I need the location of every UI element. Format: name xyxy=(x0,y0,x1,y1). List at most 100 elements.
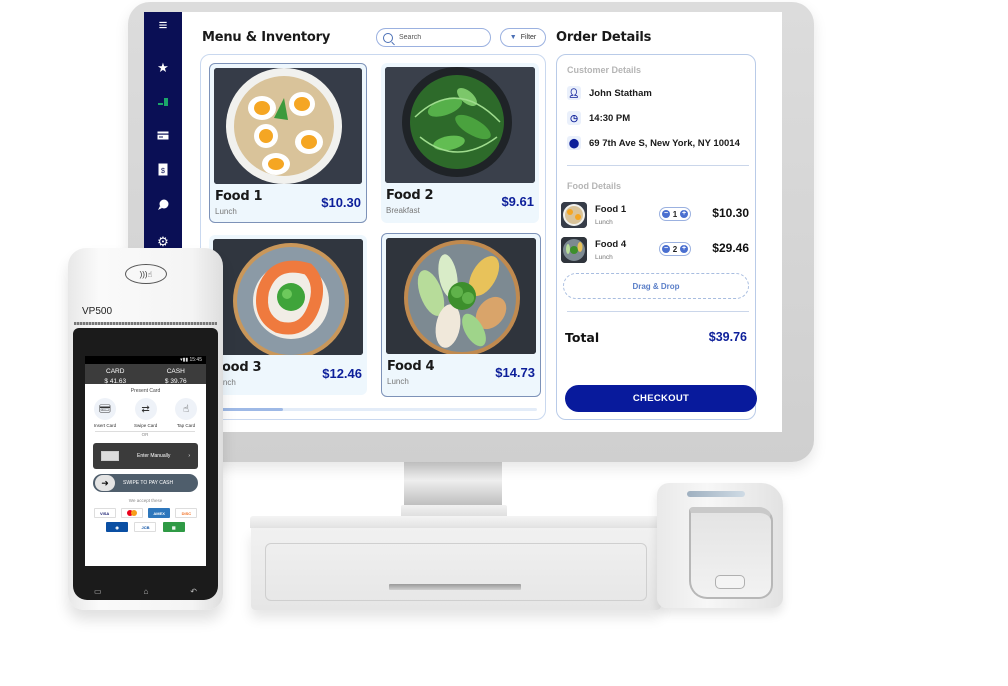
chat-glyph xyxy=(158,199,169,210)
card-brands-row-1: VISA AMEX DISC xyxy=(91,508,200,518)
order-item: Food 4 Lunch − 2 + $29.46 xyxy=(561,235,753,265)
drag-drop-zone[interactable]: Drag & Drop xyxy=(563,273,749,299)
vegetable-plate-thumb xyxy=(561,237,587,263)
paper-tear-bar xyxy=(74,322,217,325)
jcb-logo: JCB xyxy=(134,522,157,532)
tap-card-option[interactable]: ☝︎ Tap Card xyxy=(175,398,198,428)
filter-button[interactable]: ▼ Filter xyxy=(500,28,546,47)
cash-drawer xyxy=(251,528,661,610)
food-price: $10.30 xyxy=(321,195,361,210)
item-category: Lunch xyxy=(595,219,613,226)
terminal-brand: VP500 xyxy=(82,306,113,317)
total-value: $39.76 xyxy=(708,330,747,344)
recent-apps-icon[interactable]: ▭ xyxy=(94,587,102,596)
contactless-icon: )))☝︎ xyxy=(125,264,167,284)
method-label: Swipe Card xyxy=(133,423,158,428)
card-amount: $ 41.63 xyxy=(104,378,127,385)
arrow-right-icon[interactable]: ➜ xyxy=(95,475,115,491)
star-icon[interactable]: ★ xyxy=(144,60,182,76)
handheld-terminal: )))☝︎ VP500 ▾▮▮ 15:45 CARD $ 41.63 CASH … xyxy=(68,248,223,610)
insert-card-icon: 💳︎ xyxy=(94,398,117,420)
gift-card-logo: ▦ xyxy=(162,522,185,532)
receipt-printer xyxy=(657,483,783,608)
customer-time: 14:30 PM xyxy=(589,112,631,124)
filter-label: Filter xyxy=(520,34,537,41)
discover-logo: DISC xyxy=(175,508,198,518)
menu-title: Menu & Inventory xyxy=(202,30,331,45)
swipe-card-option[interactable]: ⇄ Swipe Card xyxy=(134,398,157,428)
green-salad-bowl-image xyxy=(385,67,535,183)
food-category: Lunch xyxy=(387,377,409,386)
cash-label: CASH xyxy=(166,368,185,375)
food-category: Breakfast xyxy=(386,206,420,215)
item-name: Food 4 xyxy=(595,239,627,250)
card-label: CARD xyxy=(106,368,125,375)
search-box[interactable] xyxy=(376,28,491,47)
chevron-right-icon: › xyxy=(188,453,190,459)
customer-name-row: 👤︎ John Statham xyxy=(567,86,652,100)
food-name: Food 4 xyxy=(387,359,435,374)
increase-button[interactable]: + xyxy=(679,210,688,218)
total-label: Total xyxy=(565,330,600,345)
quantity-value: 2 xyxy=(672,244,678,254)
diners-logo: ◉ xyxy=(106,522,129,532)
mastercard-logo xyxy=(120,508,143,518)
chart-icon[interactable] xyxy=(144,96,182,112)
shrimp-rice-plate-image xyxy=(213,239,363,355)
order-item: Food 1 Lunch − 1 + $10.30 xyxy=(561,200,753,230)
terminal-screen: ▾▮▮ 15:45 CARD $ 41.63 CASH $ 39.76 Pres… xyxy=(85,356,206,566)
menu-icon[interactable]: ≡ xyxy=(144,18,182,34)
item-category: Lunch xyxy=(595,254,613,261)
customer-time-row: ◷ 14:30 PM xyxy=(567,111,630,125)
enter-manually-button[interactable]: Enter Manually › xyxy=(93,443,198,469)
swipe-cash-label: SWIPE TO PAY CASH xyxy=(123,480,174,486)
tap-card-icon: ☝︎ xyxy=(175,398,198,420)
back-icon[interactable]: ↶ xyxy=(190,587,197,596)
customer-address: 69 7th Ave S, New York, NY 10014 xyxy=(589,137,740,149)
terminal-bezel: ▾▮▮ 15:45 CARD $ 41.63 CASH $ 39.76 Pres… xyxy=(73,328,218,600)
swipe-to-pay-cash-slider[interactable]: ➜ SWIPE TO PAY CASH xyxy=(93,474,198,492)
food-category: Lunch xyxy=(215,207,237,216)
search-input[interactable] xyxy=(399,34,479,41)
monitor-stand xyxy=(404,458,502,508)
chart-icon-glyph xyxy=(158,98,168,106)
chat-icon[interactable] xyxy=(144,199,182,215)
checkout-button[interactable]: CHECKOUT xyxy=(565,385,757,412)
vegetable-plate-image xyxy=(386,238,536,354)
food-card[interactable]: Food 4 Lunch $14.73 xyxy=(381,233,541,397)
quantity-stepper: − 2 + xyxy=(659,242,691,256)
cash-drawer-panel xyxy=(265,543,647,601)
horizontal-scrollbar[interactable] xyxy=(211,408,537,411)
user-icon: 👤︎ xyxy=(567,86,581,100)
cash-drawer-handle xyxy=(389,584,521,590)
food-price: $14.73 xyxy=(495,365,535,380)
or-divider: OR xyxy=(95,431,195,438)
home-icon[interactable]: ⌂ xyxy=(143,587,148,596)
swipe-card-icon: ⇄ xyxy=(134,398,157,420)
food-card[interactable]: Food 1 Lunch $10.30 xyxy=(209,63,367,223)
food-card[interactable]: Food 2 Breakfast $9.61 xyxy=(381,63,539,223)
food-price: $12.46 xyxy=(322,366,362,381)
decrease-button[interactable]: − xyxy=(662,245,670,253)
amex-logo: AMEX xyxy=(148,508,171,518)
cash-total[interactable]: CASH $ 39.76 xyxy=(146,364,207,385)
card-total[interactable]: CARD $ 41.63 xyxy=(85,364,146,385)
order-title: Order Details xyxy=(556,30,652,45)
decrease-button[interactable]: − xyxy=(662,210,670,218)
visa-logo: VISA xyxy=(93,508,116,518)
food-price: $9.61 xyxy=(501,194,534,209)
card-methods: 💳︎ Insert Card ⇄ Swipe Card ☝︎ Tap Card xyxy=(85,398,206,428)
search-icon xyxy=(383,32,393,43)
food-image xyxy=(214,68,362,184)
credit-card-icon[interactable] xyxy=(144,128,182,144)
payment-totals: CARD $ 41.63 CASH $ 39.76 xyxy=(85,364,207,385)
invoice-icon[interactable]: $ xyxy=(144,163,182,180)
egg-noodle-bowl-image xyxy=(214,68,362,184)
insert-card-option[interactable]: 💳︎ Insert Card xyxy=(94,398,116,428)
item-thumbnail xyxy=(561,237,587,263)
method-label: Insert Card xyxy=(93,423,117,428)
food-details-label: Food Details xyxy=(567,181,622,191)
increase-button[interactable]: + xyxy=(679,245,688,253)
present-card-label: Present Card xyxy=(130,388,161,394)
food-card[interactable]: Food 3 Lunch $12.46 xyxy=(209,235,367,395)
